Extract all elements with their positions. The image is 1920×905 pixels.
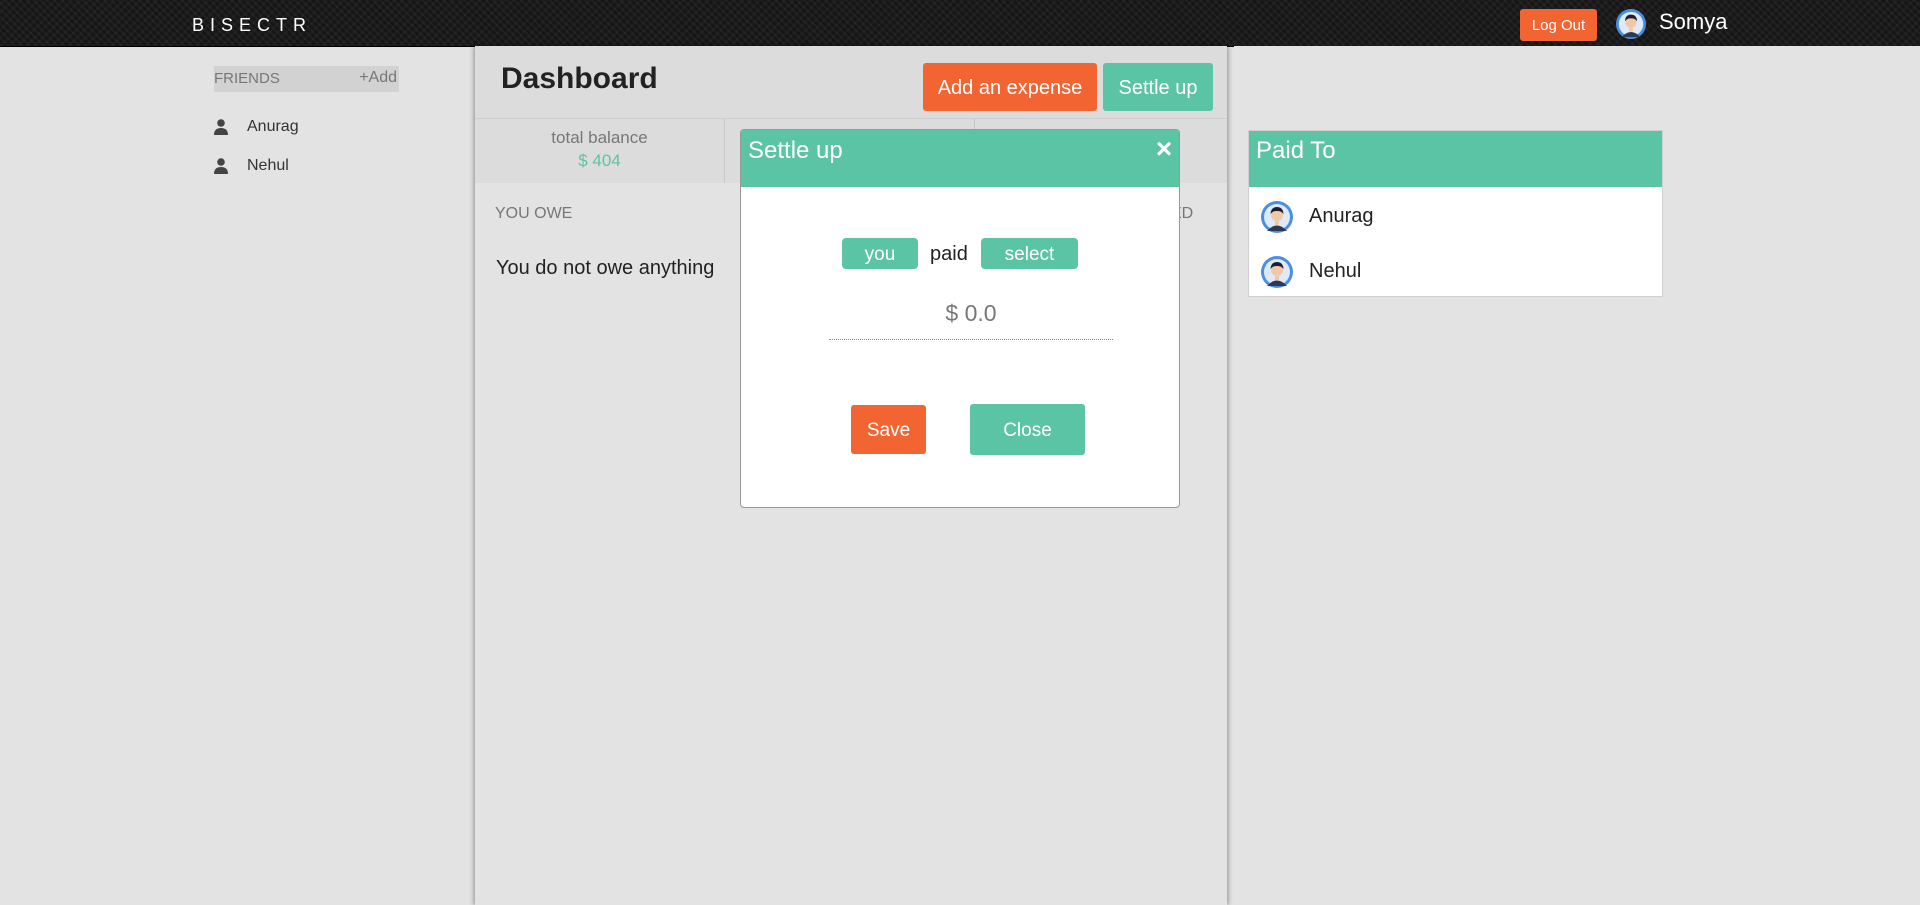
- settle-up-modal: Settle up × you paid select Save Close: [740, 129, 1180, 508]
- paid-to-item-anurag[interactable]: Anurag: [1249, 193, 1662, 243]
- paid-to-name: Anurag: [1309, 205, 1374, 227]
- modal-title: Settle up: [748, 137, 843, 164]
- paid-to-title: Paid To: [1256, 137, 1336, 164]
- modal-header: Settle up ×: [741, 130, 1179, 187]
- total-balance-cell: total balance $ 404: [475, 119, 725, 183]
- save-button[interactable]: Save: [851, 405, 926, 454]
- total-balance-value: $ 404: [578, 151, 621, 170]
- close-button[interactable]: Close: [970, 404, 1085, 455]
- paid-to-item-nehul[interactable]: Nehul: [1249, 248, 1662, 298]
- close-icon[interactable]: ×: [1153, 135, 1175, 163]
- avatar-icon: [1261, 256, 1293, 288]
- logout-button[interactable]: Log Out: [1520, 9, 1597, 41]
- friends-title: FRIENDS: [214, 70, 280, 87]
- add-friend-link[interactable]: +Add: [359, 69, 397, 87]
- friends-header: FRIENDS +Add: [214, 66, 399, 92]
- add-expense-button[interactable]: Add an expense: [923, 63, 1097, 111]
- paid-to-header: Paid To: [1249, 131, 1662, 187]
- paid-label: paid: [930, 243, 968, 265]
- person-icon: [214, 119, 228, 135]
- settle-up-button[interactable]: Settle up: [1103, 63, 1213, 111]
- friend-name: Nehul: [247, 157, 289, 174]
- you-owe-message: You do not owe anything: [496, 257, 715, 279]
- friend-name: Anurag: [247, 118, 299, 135]
- paid-to-name: Nehul: [1309, 260, 1362, 282]
- paid-to-panel: Paid To Anurag Nehul: [1248, 130, 1663, 297]
- you-owe-header: YOU OWE: [495, 205, 573, 222]
- user-name[interactable]: Somya: [1659, 9, 1727, 35]
- page-title: Dashboard: [501, 62, 658, 95]
- user-avatar-icon[interactable]: [1616, 9, 1646, 39]
- brand-logo[interactable]: BISECTR: [192, 15, 312, 36]
- total-balance-label: total balance: [551, 128, 648, 147]
- dashboard-header: Dashboard Add an expense Settle up: [475, 46, 1227, 118]
- avatar-icon: [1261, 201, 1293, 233]
- top-nav-bar: BISECTR Log Out Somya: [0, 0, 1920, 47]
- payer-select-button[interactable]: you: [842, 238, 918, 269]
- person-icon: [214, 158, 228, 174]
- payee-select-button[interactable]: select: [981, 238, 1078, 269]
- amount-input[interactable]: [829, 287, 1113, 340]
